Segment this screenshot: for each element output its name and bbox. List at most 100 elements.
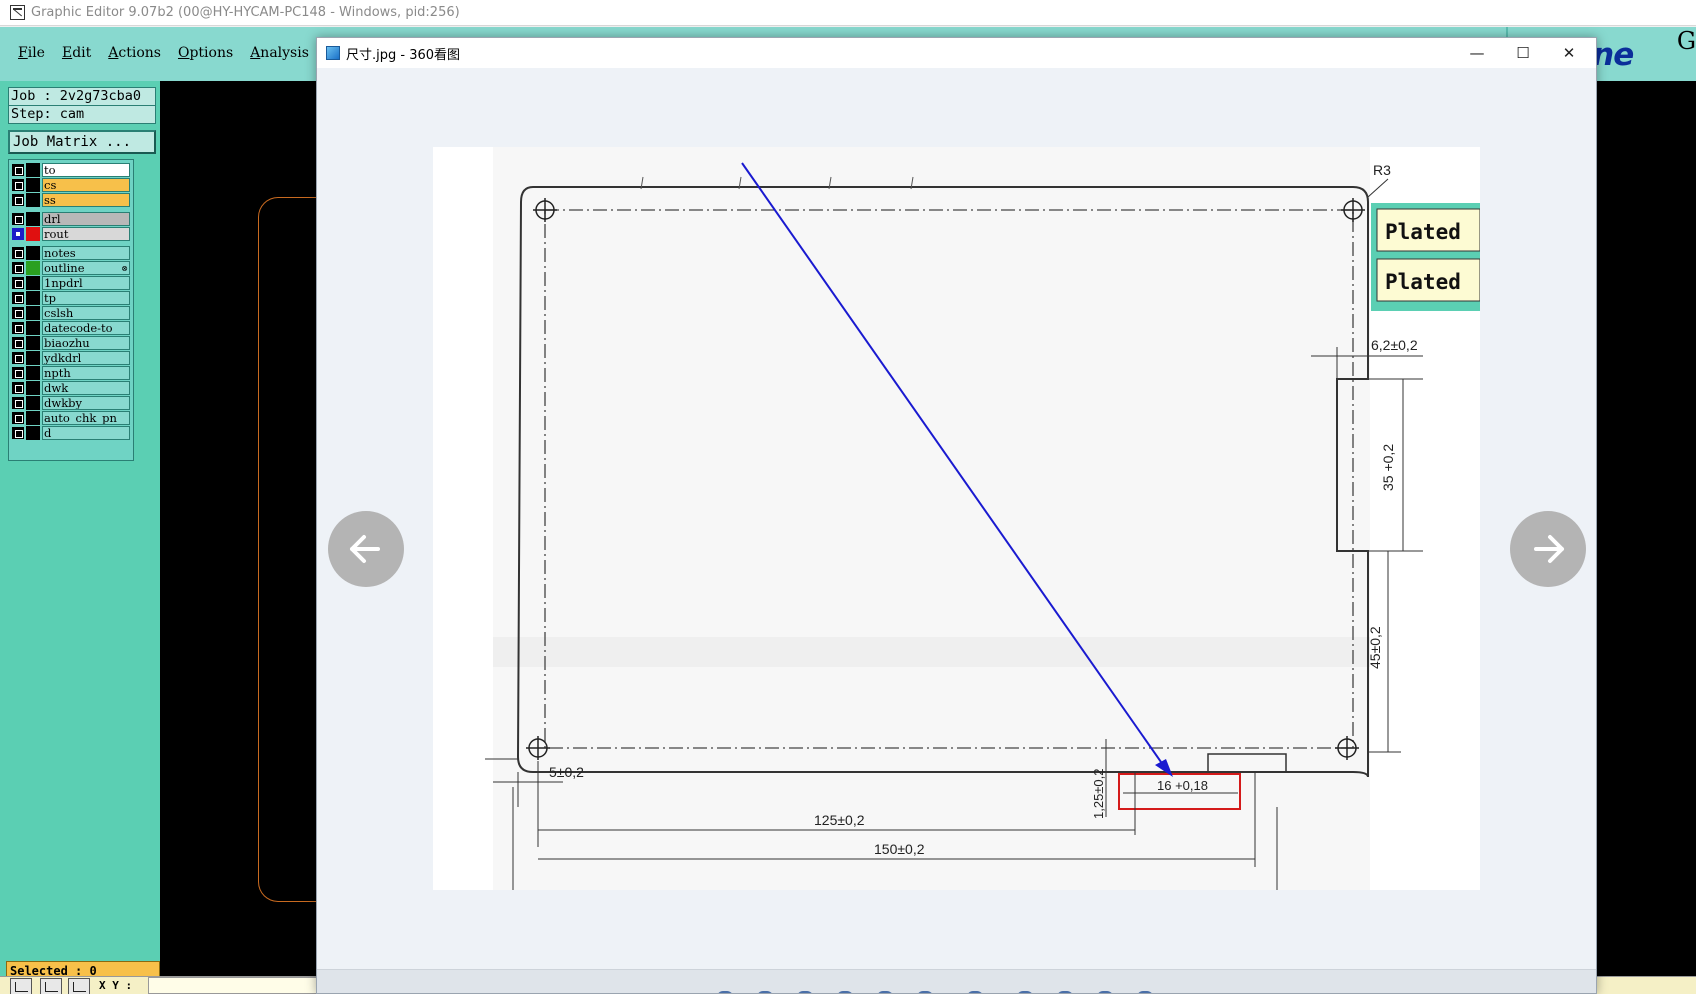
layer-checkbox[interactable] (12, 352, 24, 364)
grid-tool-icon[interactable] (68, 978, 90, 994)
job-name-field: Job : 2v2g73cba0 (8, 87, 156, 106)
layer-checkbox[interactable] (12, 292, 24, 304)
layer-checkbox[interactable] (12, 412, 24, 424)
layer-color-swatch (26, 276, 40, 290)
menu-edit[interactable]: Edit (62, 45, 91, 61)
layer-checkbox[interactable] (12, 164, 24, 176)
xy-label: X Y : (99, 979, 133, 992)
job-matrix-button[interactable]: Job Matrix ... (8, 130, 156, 154)
layer-checkbox[interactable] (12, 427, 24, 439)
layer-name[interactable]: datecode-to (42, 321, 130, 335)
layer-row-npth[interactable]: npth (12, 366, 130, 380)
layer-row-ydkdrl[interactable]: ydkdrl (12, 351, 130, 365)
layer-checkbox[interactable] (12, 213, 24, 225)
layer-row-1npdrl[interactable]: 1npdrl (12, 276, 130, 290)
layer-name[interactable]: tp (42, 291, 130, 305)
minimize-button[interactable]: — (1454, 38, 1500, 68)
layer-checkbox[interactable] (12, 397, 24, 409)
graphic-editor-app-icon (10, 5, 25, 20)
layer-name[interactable]: rout (42, 227, 130, 241)
arrow-right-glyph (1534, 535, 1564, 563)
layer-color-swatch (26, 381, 40, 395)
plated-label-2: Plated (1385, 270, 1461, 294)
layer-name[interactable]: d (42, 426, 130, 440)
dim-45-label: 45±0,2 (1367, 626, 1383, 669)
menu: File Edit Actions Options Analysis DF (18, 45, 347, 61)
layer-row-drl[interactable]: drl (12, 212, 130, 226)
layer-row-biaozhu[interactable]: biaozhu (12, 336, 130, 350)
layer-color-swatch (26, 336, 40, 350)
layer-row-cslsh[interactable]: cslsh (12, 306, 130, 320)
layer-checkbox[interactable] (12, 262, 24, 274)
layer-row-ss[interactable]: ss (12, 193, 130, 207)
layer-checkbox[interactable] (12, 228, 24, 240)
next-image-button[interactable] (1510, 511, 1586, 587)
layer-color-swatch (26, 321, 40, 335)
ge-titlebar: Graphic Editor 9.07b2 (00@HY-HYCAM-PC148… (0, 0, 1696, 26)
layer-checkbox[interactable] (12, 179, 24, 191)
plated-legend: Plated Plated (1371, 203, 1480, 311)
select-tool-icon[interactable] (10, 978, 32, 994)
layer-color-swatch (26, 366, 40, 380)
layer-name[interactable]: outline ⊗ (42, 261, 130, 275)
layer-name[interactable]: cs (42, 178, 130, 192)
layer-list: to cs ss drl rout notes outline ⊗ 1npdrl tp cslsh d… (8, 159, 134, 461)
layer-name[interactable]: ydkdrl (42, 351, 130, 365)
layer-color-swatch (26, 261, 40, 275)
layer-color-swatch (26, 396, 40, 410)
layer-name[interactable]: to (42, 163, 130, 177)
menu-analysis[interactable]: Analysis (250, 45, 309, 61)
dim-150-label: 150±0,2 (874, 841, 925, 857)
layer-row-datecode-to[interactable]: datecode-to (12, 321, 130, 335)
close-button[interactable]: ✕ (1546, 38, 1592, 68)
layer-color-swatch (26, 193, 40, 207)
layer-checkbox[interactable] (12, 194, 24, 206)
layer-row-to[interactable]: to (12, 163, 130, 177)
layer-checkbox[interactable] (12, 277, 24, 289)
layer-row-cs[interactable]: cs (12, 178, 130, 192)
layer-checkbox[interactable] (12, 322, 24, 334)
zoom-tool-icon[interactable] (40, 978, 62, 994)
brand-letter: G (1676, 27, 1696, 55)
layer-name[interactable]: npth (42, 366, 130, 380)
layer-name[interactable]: cslsh (42, 306, 130, 320)
layer-row-dwkby[interactable]: dwkby (12, 396, 130, 410)
layer-row-auto_chk_pn[interactable]: auto_chk_pn (12, 411, 130, 425)
layer-panel: Job : 2v2g73cba0 Step: cam Job Matrix ..… (0, 81, 160, 981)
layer-color-swatch (26, 227, 40, 241)
layer-name[interactable]: notes (42, 246, 130, 260)
layer-row-outline[interactable]: outline ⊗ (12, 261, 130, 275)
layer-color-swatch (26, 306, 40, 320)
layer-name[interactable]: dwk (42, 381, 130, 395)
layer-name[interactable]: 1npdrl (42, 276, 130, 290)
layer-row-tp[interactable]: tp (12, 291, 130, 305)
layer-name[interactable]: dwkby (42, 396, 130, 410)
layer-color-swatch (26, 411, 40, 425)
layer-name[interactable]: biaozhu (42, 336, 130, 350)
viewer-toolbar (317, 969, 1596, 993)
dim-5-label: 5±0,2 (549, 764, 584, 780)
xy-input[interactable] (148, 977, 318, 994)
menu-file[interactable]: File (18, 45, 45, 61)
menu-actions[interactable]: Actions (108, 45, 161, 61)
layer-name[interactable]: auto_chk_pn (42, 411, 130, 425)
scan-band (493, 637, 1370, 667)
menu-options[interactable]: Options (178, 45, 233, 61)
layer-color-swatch (26, 426, 40, 440)
layer-checkbox[interactable] (12, 382, 24, 394)
layer-row-rout[interactable]: rout (12, 227, 130, 241)
layer-row-d[interactable]: d (12, 426, 130, 440)
layer-name[interactable]: ss (42, 193, 130, 207)
layer-checkbox[interactable] (12, 337, 24, 349)
layer-checkbox[interactable] (12, 307, 24, 319)
layer-checkbox[interactable] (12, 247, 24, 259)
maximize-button[interactable]: ☐ (1500, 38, 1546, 68)
layer-affected-icon: ⊗ (121, 264, 128, 273)
layer-row-notes[interactable]: notes (12, 246, 130, 260)
layer-color-swatch (26, 212, 40, 226)
previous-image-button[interactable] (328, 511, 404, 587)
dim-6-2-label: 6,2±0,2 (1371, 337, 1418, 353)
layer-checkbox[interactable] (12, 367, 24, 379)
layer-row-dwk[interactable]: dwk (12, 381, 130, 395)
layer-name[interactable]: drl (42, 212, 130, 226)
